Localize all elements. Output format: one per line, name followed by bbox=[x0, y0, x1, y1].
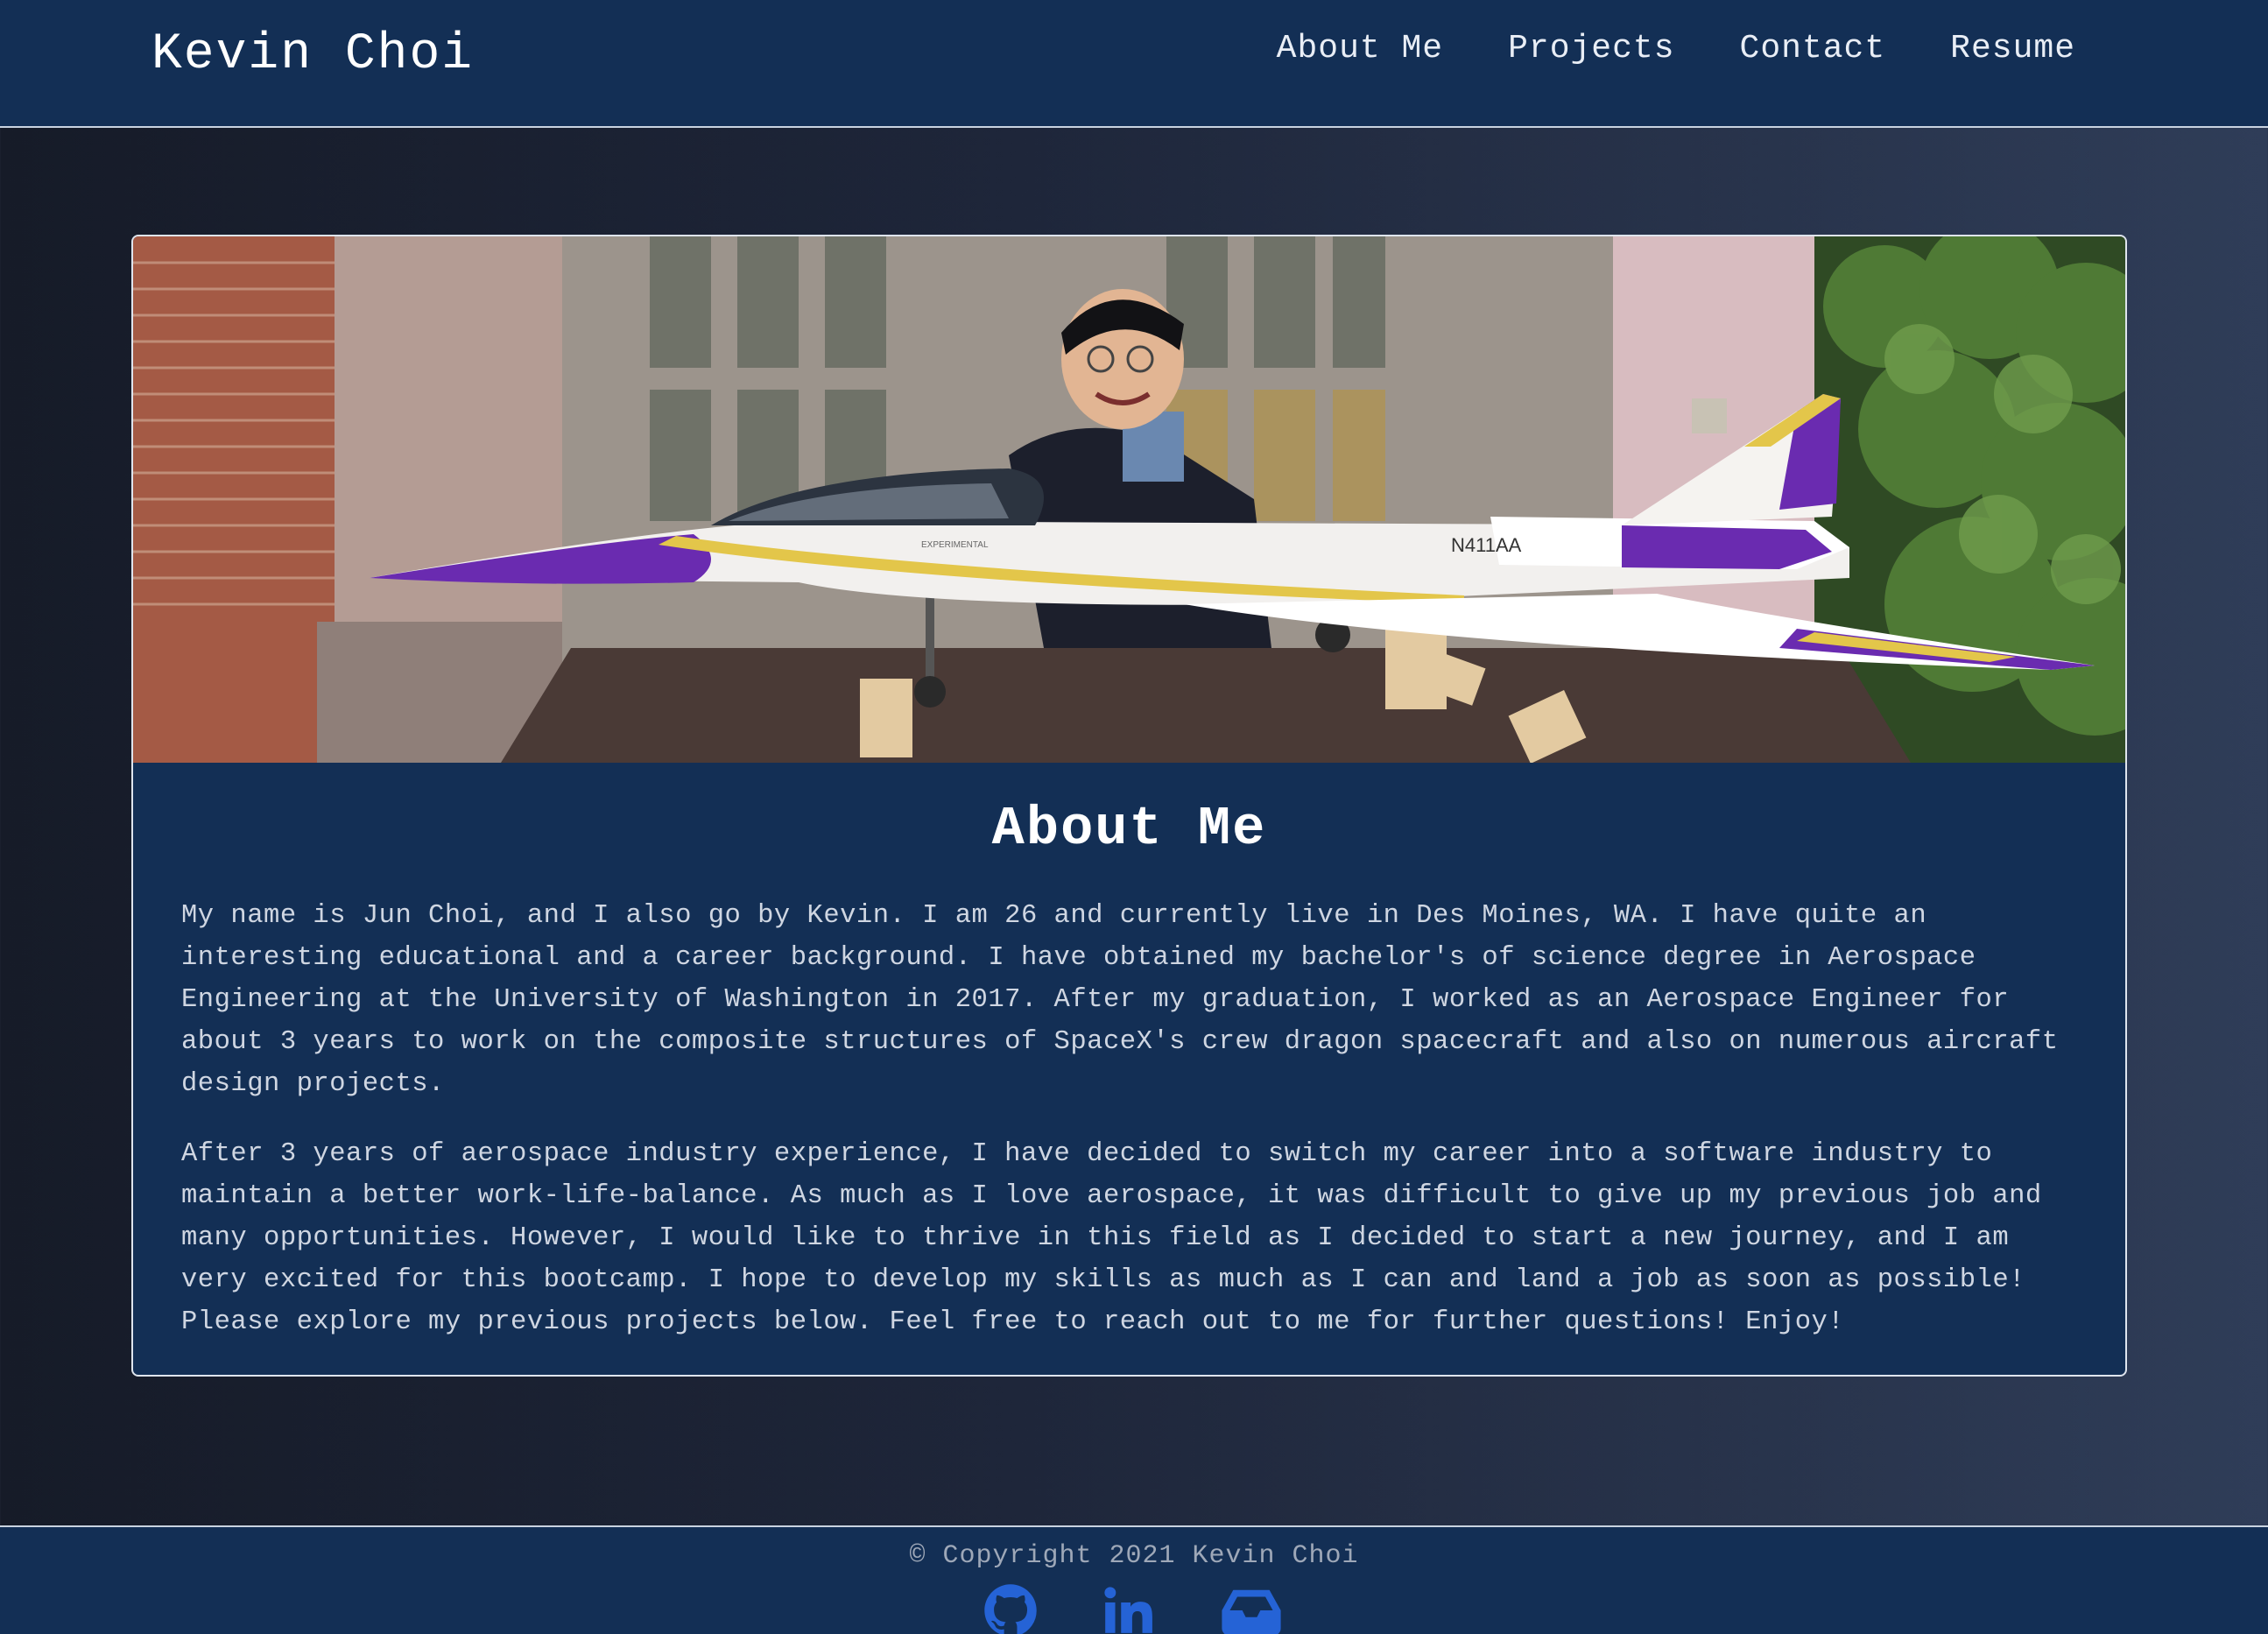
fuselage-label: EXPERIMENTAL bbox=[921, 540, 989, 550]
social-links bbox=[0, 1583, 2268, 1634]
about-paragraph-1: My name is Jun Choi, and I also go by Ke… bbox=[181, 901, 2059, 1099]
hero-photo: N411AA EXPERIMENTAL bbox=[133, 236, 2125, 763]
brand-name[interactable]: Kevin Choi bbox=[151, 26, 474, 83]
github-icon bbox=[984, 1584, 1037, 1634]
about-paragraph-2: After 3 years of aerospace industry expe… bbox=[181, 1139, 2042, 1337]
nav-link-projects[interactable]: Projects bbox=[1508, 30, 1674, 67]
nav-link-resume[interactable]: Resume bbox=[1950, 30, 2075, 67]
inbox-icon bbox=[1222, 1589, 1281, 1634]
nav-link-contact[interactable]: Contact bbox=[1740, 30, 1886, 67]
footer: © Copyright 2021 Kevin Choi bbox=[0, 1525, 2268, 1634]
email-link[interactable] bbox=[1218, 1583, 1285, 1634]
nav-link-about-me[interactable]: About Me bbox=[1277, 30, 1443, 67]
about-card: N411AA EXPERIMENTAL About Me My name is … bbox=[131, 235, 2127, 1377]
tail-number: N411AA bbox=[1451, 534, 1522, 556]
hero-photo-illustration: N411AA EXPERIMENTAL bbox=[133, 236, 2125, 763]
linkedin-icon bbox=[1104, 1587, 1152, 1633]
linkedin-link[interactable] bbox=[1101, 1583, 1155, 1634]
nav-links: About Me Projects Contact Resume bbox=[1277, 30, 2075, 67]
github-link[interactable] bbox=[983, 1583, 1038, 1634]
about-title: About Me bbox=[991, 798, 1267, 860]
about-body: My name is Jun Choi, and I also go by Ke… bbox=[133, 860, 2125, 1343]
copyright-text: © Copyright 2021 Kevin Choi bbox=[909, 1541, 1359, 1571]
navbar: Kevin Choi About Me Projects Contact Res… bbox=[0, 0, 2268, 128]
